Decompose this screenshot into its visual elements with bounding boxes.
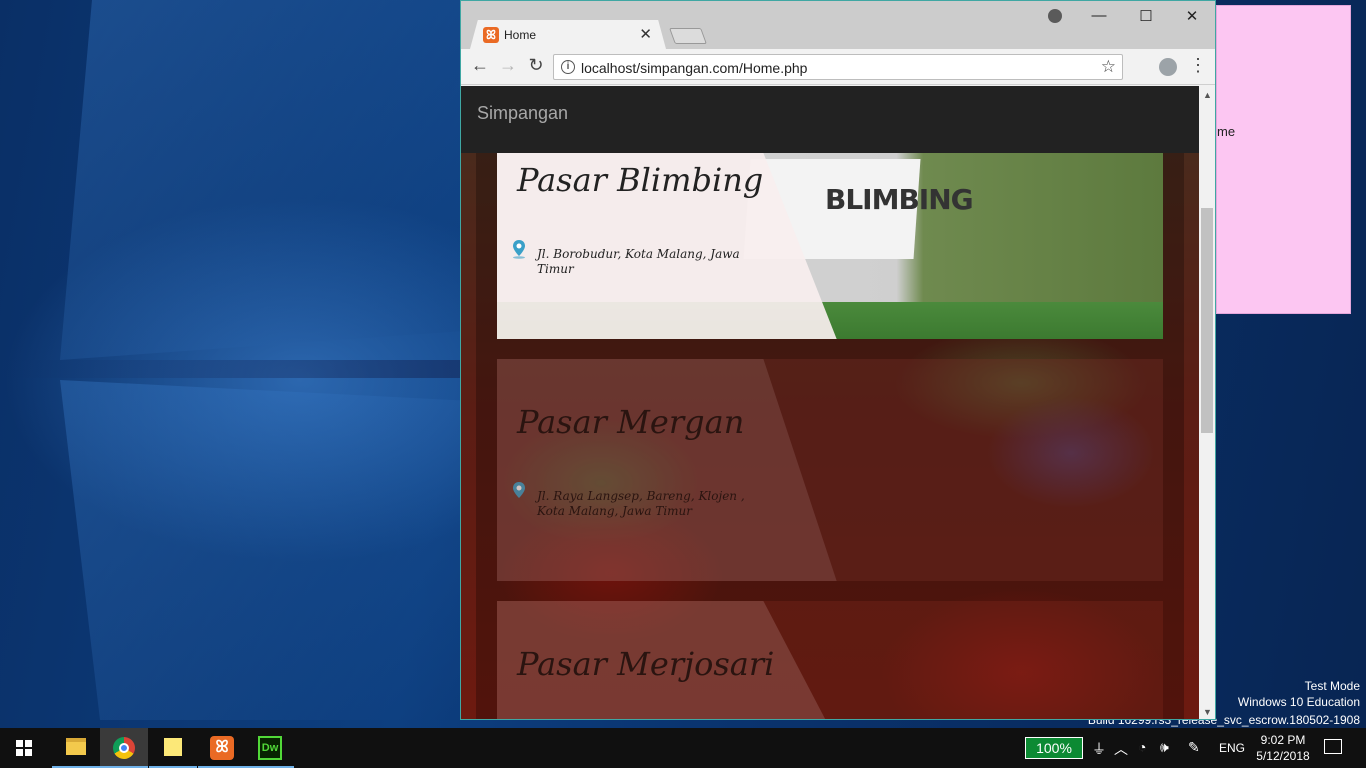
wallpaper-pane	[60, 380, 460, 720]
taskbar-xampp[interactable]: ꕤ	[198, 728, 246, 768]
market-title: Pasar Mergan	[517, 403, 745, 441]
wallpaper-pane	[60, 0, 460, 360]
volume-icon[interactable]: 🕪	[1160, 739, 1169, 756]
watermark-line: Test Mode	[1304, 679, 1360, 693]
power-plug-icon[interactable]: ⏚	[1092, 739, 1106, 759]
maximize-button[interactable]: ☐	[1134, 7, 1158, 25]
brand-link[interactable]: Simpangan	[477, 103, 568, 124]
market-address: Jl. Raya Langsep, Bareng, Klojen , Kota …	[537, 489, 745, 518]
menu-icon[interactable]: ⋮	[1189, 55, 1207, 76]
taskbar-chrome[interactable]	[100, 728, 148, 768]
battery-indicator[interactable]: 100%	[1025, 737, 1083, 759]
clock[interactable]: 9:02 PM 5/12/2018	[1254, 732, 1312, 764]
taskbar-file-explorer[interactable]	[52, 728, 100, 768]
pen-icon[interactable]: ✎	[1188, 739, 1200, 756]
taskbar-dreamweaver[interactable]: Dw	[246, 728, 294, 768]
address-bar[interactable]: i localhost/simpangan.com/Home.php ☆	[553, 54, 1123, 80]
dreamweaver-icon: Dw	[258, 736, 282, 760]
test-mode-watermark: Test Mode Windows 10 Education Build 162…	[1088, 678, 1360, 727]
close-icon[interactable]: ✕	[639, 25, 652, 43]
sticky-notes-icon	[164, 738, 182, 756]
info-icon[interactable]: i	[561, 60, 575, 74]
map-pin-icon	[513, 482, 525, 498]
market-title: Pasar Blimbing	[517, 161, 764, 199]
market-card-merjosari[interactable]: Pasar Merjosari	[497, 601, 1163, 719]
sticky-note-text: me	[1217, 124, 1236, 139]
browser-window: ꕤ Home ✕ — ☐ ✕ ← → ↻ i localhost/simpang…	[460, 0, 1216, 720]
page-viewport: Simpangan BLIMBING Pasar Blimbing Jl. Bo…	[461, 86, 1199, 719]
windows-logo-icon	[16, 740, 32, 756]
forward-button[interactable]: →	[497, 55, 519, 76]
market-card-mergan[interactable]: Pasar Mergan Jl. Raya Langsep, Bareng, K…	[497, 359, 1163, 581]
star-icon[interactable]: ☆	[1101, 57, 1116, 77]
scroll-thumb[interactable]	[1201, 208, 1213, 433]
market-address: Jl. Borobudur, Kota Malang, Jawa Timur	[537, 247, 740, 276]
browser-toolbar: ← → ↻ i localhost/simpangan.com/Home.php…	[461, 49, 1215, 85]
tab-home[interactable]: ꕤ Home ✕	[470, 20, 666, 49]
profile-icon[interactable]	[1048, 9, 1062, 23]
extension-icon[interactable]	[1159, 58, 1177, 76]
map-pin-icon	[513, 240, 525, 259]
notification-icon[interactable]	[1324, 739, 1342, 754]
chevron-up-icon[interactable]: ︿	[1114, 739, 1128, 759]
new-tab-button[interactable]	[669, 28, 707, 44]
url-text: localhost/simpangan.com/Home.php	[581, 60, 808, 76]
market-sign-text: BLIMBING	[825, 183, 974, 216]
sticky-note[interactable]: me	[1216, 5, 1351, 314]
reload-button[interactable]: ↻	[525, 55, 547, 76]
xampp-icon: ꕤ	[483, 27, 499, 43]
wallpaper-beam	[0, 360, 470, 378]
xampp-icon: ꕤ	[210, 736, 234, 760]
wifi-icon[interactable]: ◔	[1138, 739, 1146, 755]
taskbar: ꕤ Dw 100% ⏚ ︿ ◔ 🕪 ✎ ENG 9:02 PM 5/12/201…	[0, 728, 1366, 768]
clock-time: 9:02 PM	[1260, 733, 1306, 747]
back-button[interactable]: ←	[469, 55, 491, 76]
taskbar-sticky-notes[interactable]	[149, 728, 197, 768]
start-button[interactable]	[0, 728, 48, 768]
scroll-down-arrow-icon[interactable]: ▼	[1203, 707, 1212, 717]
folder-icon	[66, 738, 86, 755]
market-card-blimbing[interactable]: BLIMBING Pasar Blimbing Jl. Borobudur, K…	[497, 153, 1163, 339]
clock-date: 5/12/2018	[1256, 749, 1310, 763]
watermark-line: Windows 10 Education	[1237, 695, 1360, 709]
tab-title: Home	[504, 28, 537, 42]
chrome-icon	[113, 737, 135, 759]
navbar: Simpangan	[461, 86, 1199, 153]
browser-titlebar[interactable]: ꕤ Home ✕ — ☐ ✕	[461, 1, 1215, 49]
minimize-button[interactable]: —	[1087, 7, 1111, 24]
scroll-up-arrow-icon[interactable]: ▲	[1203, 90, 1212, 100]
close-window-button[interactable]: ✕	[1180, 7, 1204, 25]
language-indicator[interactable]: ENG	[1219, 741, 1245, 755]
market-title: Pasar Merjosari	[517, 645, 775, 683]
page-scrollbar[interactable]: ▲ ▼	[1199, 86, 1215, 719]
